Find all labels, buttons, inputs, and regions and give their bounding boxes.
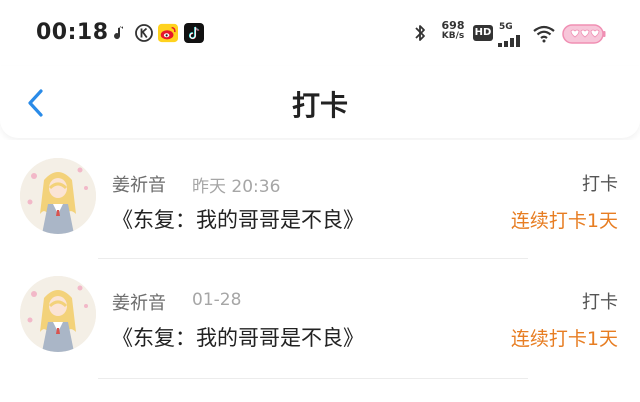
status-time: 00:18 [36,20,109,45]
signal-bars-icon [498,32,524,51]
page-title: 打卡 [291,89,348,122]
checkin-type: 打卡 [582,292,618,313]
list-item[interactable]: 姜祈音 昨天 20:36 《东复：我的哥哥是不良》 打卡 连续打卡1天 [0,140,640,258]
avatar[interactable] [20,276,96,352]
user-name: 姜祈音 [112,175,166,196]
divider [98,378,528,379]
weibo-icon [158,23,178,43]
streak-label: 连续打卡1天 [510,328,618,350]
avatar[interactable] [20,158,96,234]
list-item[interactable]: 姜祈音 01-28 《东复：我的哥哥是不良》 打卡 连续打卡1天 [0,260,640,378]
user-name: 姜祈音 [112,293,166,314]
wifi-icon [532,24,556,44]
app-header: 打卡 [0,66,640,138]
music-note-icon [108,23,128,43]
streak-label: 连续打卡1天 [510,210,618,232]
screen: 00:18 698 KB/s HD 5G 打卡 姜祈音 昨天 20:36 《东复… [0,0,640,402]
k-circle-icon [134,23,154,43]
hd-badge: HD [473,25,493,41]
tiktok-icon [184,23,204,43]
checkin-list: 姜祈音 昨天 20:36 《东复：我的哥哥是不良》 打卡 连续打卡1天 姜祈音 … [0,140,640,402]
book-title[interactable]: 《东复：我的哥哥是不良》 [112,322,364,352]
bluetooth-icon [410,23,430,43]
signal-label: 5G [499,22,513,32]
checkin-time: 昨天 20:36 [192,177,281,197]
checkin-time: 01-28 [192,290,242,310]
status-bar: 00:18 698 KB/s HD 5G [0,0,640,66]
book-title[interactable]: 《东复：我的哥哥是不良》 [112,204,364,234]
battery-icon [562,24,606,48]
divider [98,258,528,259]
net-speed: 698 KB/s [441,19,465,41]
checkin-type: 打卡 [582,174,618,195]
